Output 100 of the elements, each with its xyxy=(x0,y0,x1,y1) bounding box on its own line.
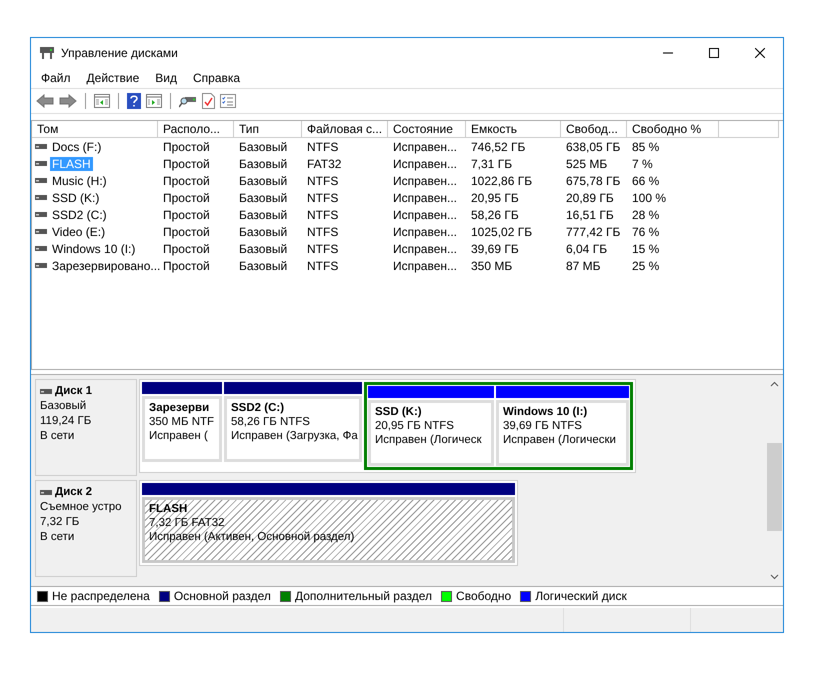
table-cell[interactable]: Video (E:) xyxy=(50,224,108,238)
table-cell-text: Базовый xyxy=(238,190,288,204)
maximize-icon[interactable] xyxy=(709,48,719,58)
table-cell-text: NTFS xyxy=(306,258,340,272)
column-header[interactable]: Свободно % xyxy=(627,121,719,138)
disk-drive-icon xyxy=(39,46,55,60)
table-cell-text: NTFS xyxy=(306,242,340,256)
drive-icon xyxy=(40,490,52,496)
table-cell-text: 7 % xyxy=(631,156,654,170)
panel-icon[interactable] xyxy=(94,94,110,108)
table-cell-text: 746,52 ГБ xyxy=(470,140,526,154)
table-cell-text: 39,69 ГБ xyxy=(470,242,520,256)
checklist-icon[interactable] xyxy=(220,94,236,108)
partition-box[interactable]: Зарезерви 350 МБ NTF Исправен ( xyxy=(142,396,222,462)
column-header[interactable]: Тип xyxy=(234,121,302,138)
forward-arrow-icon[interactable] xyxy=(59,94,77,108)
drive-icon xyxy=(35,178,47,184)
table-cell-text: Базовый xyxy=(238,258,288,272)
table-cell-text: 20,89 ГБ xyxy=(565,190,615,204)
partition-label: SSD2 (C:) xyxy=(231,402,286,414)
scroll-up-icon[interactable] xyxy=(770,381,779,387)
partition-box[interactable]: FLASH 7,32 ГБ FAT32 Исправен (Активен, Основной раздел) xyxy=(142,497,515,563)
scrollbar-thumb[interactable] xyxy=(767,443,782,531)
table-cell-text: NTFS xyxy=(306,140,340,154)
column-header[interactable]: Располо... xyxy=(158,121,234,138)
help-icon[interactable] xyxy=(127,93,141,109)
drive-icon xyxy=(35,212,47,218)
disk-size: 119,24 ГБ xyxy=(40,415,92,428)
drive-icon xyxy=(35,228,47,234)
disk-status: В сети xyxy=(40,430,76,443)
table-cell[interactable]: SSD2 (C:) xyxy=(50,208,109,222)
menu-item[interactable]: Справка xyxy=(185,71,248,85)
table-cell-text: Исправен... xyxy=(392,258,458,272)
drive-icon xyxy=(35,194,47,200)
table-cell-text: Простой xyxy=(162,258,211,272)
window-title: Управление дисками xyxy=(61,46,178,60)
table-cell-text: Исправен... xyxy=(392,174,458,188)
drive-icon xyxy=(40,388,52,394)
table-cell-text: Простой xyxy=(162,140,211,154)
column-header[interactable]: Файловая с... xyxy=(302,121,388,138)
partition-size: 7,32 ГБ FAT32 xyxy=(149,517,226,529)
table-cell-text: Исправен... xyxy=(392,242,458,256)
partition-box[interactable]: Windows 10 (I:) 39,69 ГБ NTFS Исправен (Логически xyxy=(496,400,629,466)
partition-box[interactable]: SSD (K:) 20,95 ГБ NTFS Исправен (Логическ xyxy=(368,400,494,466)
table-cell-text: Базовый xyxy=(238,224,288,238)
table-cell-text: 1025,02 ГБ xyxy=(470,224,534,238)
drive-icon xyxy=(35,160,47,166)
disk-info-panel[interactable]: Диск 2 Съемное устро 7,32 ГБ В сети xyxy=(35,480,137,577)
partition-label: Windows 10 (I:) xyxy=(503,406,588,418)
disk-type: Базовый xyxy=(40,400,88,413)
column-header[interactable]: Свобод... xyxy=(561,121,627,138)
table-cell-text: 28 % xyxy=(631,208,660,222)
partition-label: SSD (K:) xyxy=(375,406,423,418)
table-cell-text: 66 % xyxy=(631,174,660,188)
checked-document-icon[interactable] xyxy=(202,93,215,109)
column-header[interactable]: Состояние xyxy=(388,121,466,138)
table-cell-text: 87 МБ xyxy=(565,258,602,272)
table-cell-text: Исправен... xyxy=(392,224,458,238)
disk-name: Диск 1 xyxy=(55,385,92,398)
legend-label: Дополнительный раздел xyxy=(294,589,432,603)
panel-icon[interactable] xyxy=(146,94,162,108)
menu-item[interactable]: Вид xyxy=(147,71,185,85)
table-cell[interactable]: Зарезервировано... xyxy=(50,258,162,272)
table-cell-text: 15 % xyxy=(631,242,660,256)
table-cell-text: Исправен... xyxy=(392,208,458,222)
disk-search-icon[interactable] xyxy=(179,94,197,108)
table-cell-text: Простой xyxy=(162,156,211,170)
column-header[interactable]: Том xyxy=(32,121,158,138)
partition-box[interactable]: SSD2 (C:) 58,26 ГБ NTFS Исправен (Загрузка, Фа xyxy=(224,396,362,462)
partition-size: 350 МБ NTF xyxy=(149,416,215,428)
back-arrow-icon[interactable] xyxy=(36,94,54,108)
menu-item[interactable]: Файл xyxy=(33,71,79,85)
drive-icon xyxy=(35,262,47,268)
table-cell[interactable]: Music (H:) xyxy=(50,174,109,188)
table-cell-text: 525 МБ xyxy=(565,156,608,170)
table-cell-text: 1022,86 ГБ xyxy=(470,174,534,188)
table-cell[interactable]: SSD (K:) xyxy=(50,190,102,204)
disk-name: Диск 2 xyxy=(55,486,92,499)
drive-icon xyxy=(35,246,47,252)
table-cell-text: Базовый xyxy=(238,242,288,256)
legend-label: Не распределена xyxy=(52,589,150,603)
menu-item[interactable]: Действие xyxy=(78,71,148,85)
table-cell-text: 100 % xyxy=(631,190,668,204)
table-cell-text: Исправен... xyxy=(392,156,458,170)
table-cell[interactable]: Docs (F:) xyxy=(50,140,104,154)
table-cell-text: NTFS xyxy=(306,190,340,204)
scroll-down-icon[interactable] xyxy=(770,574,779,580)
close-icon[interactable] xyxy=(755,48,765,58)
table-cell[interactable]: Windows 10 (I:) xyxy=(50,242,138,256)
table-cell-text: Простой xyxy=(162,190,211,204)
disk-info-panel[interactable]: Диск 1 Базовый 119,24 ГБ В сети xyxy=(35,379,137,476)
table-cell-text: FAT32 xyxy=(306,156,342,170)
table-cell-text: Простой xyxy=(162,242,211,256)
partition-label: Зарезерви xyxy=(149,402,210,414)
table-cell-text: 350 МБ xyxy=(470,258,514,272)
partition-status: Исправен (Активен, Основной раздел) xyxy=(149,531,356,543)
table-cell-text: Базовый xyxy=(238,156,288,170)
table-cell-text: 85 % xyxy=(631,140,660,154)
column-header[interactable]: Емкость xyxy=(466,121,561,138)
table-cell-text: Базовый xyxy=(238,208,288,222)
